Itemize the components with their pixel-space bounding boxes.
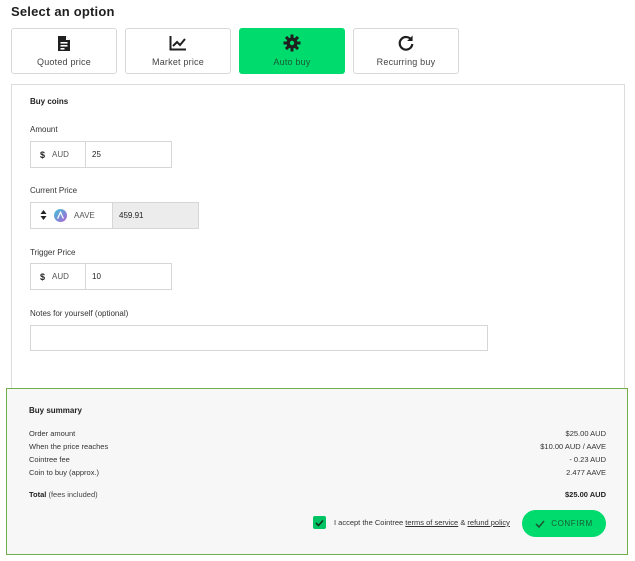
buy-coins-heading: Buy coins — [30, 97, 69, 106]
accept-terms-checkbox[interactable] — [313, 516, 326, 529]
summary-row: Coin to buy (approx.) 2.477 AAVE — [29, 468, 606, 477]
option-market-price[interactable]: Market price — [125, 28, 231, 74]
summary-row-value: $10.00 AUD / AAVE — [540, 442, 606, 451]
chart-line-icon — [169, 34, 187, 52]
summary-row-value: - 0.23 AUD — [569, 455, 606, 464]
option-recurring-buy[interactable]: Recurring buy — [353, 28, 459, 74]
current-price-field: AAVE 459.91 — [30, 202, 199, 229]
amount-label: Amount — [30, 125, 58, 134]
currency-selector[interactable]: $ AUD — [31, 264, 86, 289]
currency-selector[interactable]: $ AUD — [31, 142, 86, 167]
option-label: Market price — [152, 57, 204, 67]
summary-row-label: Cointree fee — [29, 455, 70, 464]
gear-icon — [283, 34, 301, 52]
accept-terms-text: I accept the Cointree terms of service &… — [334, 518, 510, 527]
buy-summary-heading: Buy summary — [29, 406, 82, 415]
total-label: Total — [29, 490, 47, 499]
confirm-label: CONFIRM — [551, 519, 593, 528]
total-note: (fees included) — [48, 490, 98, 499]
check-icon — [535, 519, 545, 528]
coin-selector[interactable]: AAVE — [31, 203, 113, 228]
trigger-price-field[interactable]: $ AUD 10 — [30, 263, 172, 290]
summary-row-label: Order amount — [29, 429, 76, 438]
current-price-label: Current Price — [30, 186, 78, 195]
aave-coin-icon — [54, 209, 67, 222]
option-label: Quoted price — [37, 57, 91, 67]
option-quoted-price[interactable]: Quoted price — [11, 28, 117, 74]
summary-row-value: 2.477 AAVE — [566, 468, 606, 477]
trigger-price-input[interactable]: 10 — [86, 264, 171, 289]
summary-row-value: $25.00 AUD — [565, 429, 606, 438]
dollar-icon: $ — [40, 271, 46, 282]
document-icon — [55, 34, 73, 52]
trigger-price-label: Trigger Price — [30, 248, 76, 257]
currency-code: AUD — [52, 272, 69, 281]
accept-prefix: I accept the Cointree — [334, 518, 406, 527]
amount-input[interactable]: 25 — [86, 142, 171, 167]
summary-row-label: When the price reaches — [29, 442, 109, 451]
option-label: Recurring buy — [376, 57, 436, 67]
summary-row: When the price reaches $10.00 AUD / AAVE — [29, 442, 606, 451]
option-auto-buy[interactable]: Auto buy — [239, 28, 345, 74]
terms-of-service-link[interactable]: terms of service — [405, 518, 458, 527]
summary-row: Cointree fee - 0.23 AUD — [29, 455, 606, 464]
swap-arrows-icon — [40, 209, 47, 222]
currency-code: AUD — [52, 150, 69, 159]
summary-row-label: Coin to buy (approx.) — [29, 468, 100, 477]
refresh-icon — [397, 34, 415, 52]
coin-code: AAVE — [74, 211, 95, 220]
check-icon — [315, 519, 324, 527]
refund-policy-link[interactable]: refund policy — [467, 518, 510, 527]
notes-input[interactable] — [30, 325, 488, 351]
confirm-button[interactable]: CONFIRM — [522, 510, 606, 537]
summary-total-row: Total (fees included) $25.00 AUD — [29, 490, 606, 499]
current-price-value: 459.91 — [113, 203, 198, 228]
summary-row: Order amount $25.00 AUD — [29, 429, 606, 438]
total-value: $25.00 AUD — [565, 490, 606, 499]
page-title: Select an option — [11, 4, 115, 19]
amount-field[interactable]: $ AUD 25 — [30, 141, 172, 168]
notes-label: Notes for yourself (optional) — [30, 309, 129, 318]
option-label: Auto buy — [273, 57, 311, 67]
dollar-icon: $ — [40, 149, 46, 160]
